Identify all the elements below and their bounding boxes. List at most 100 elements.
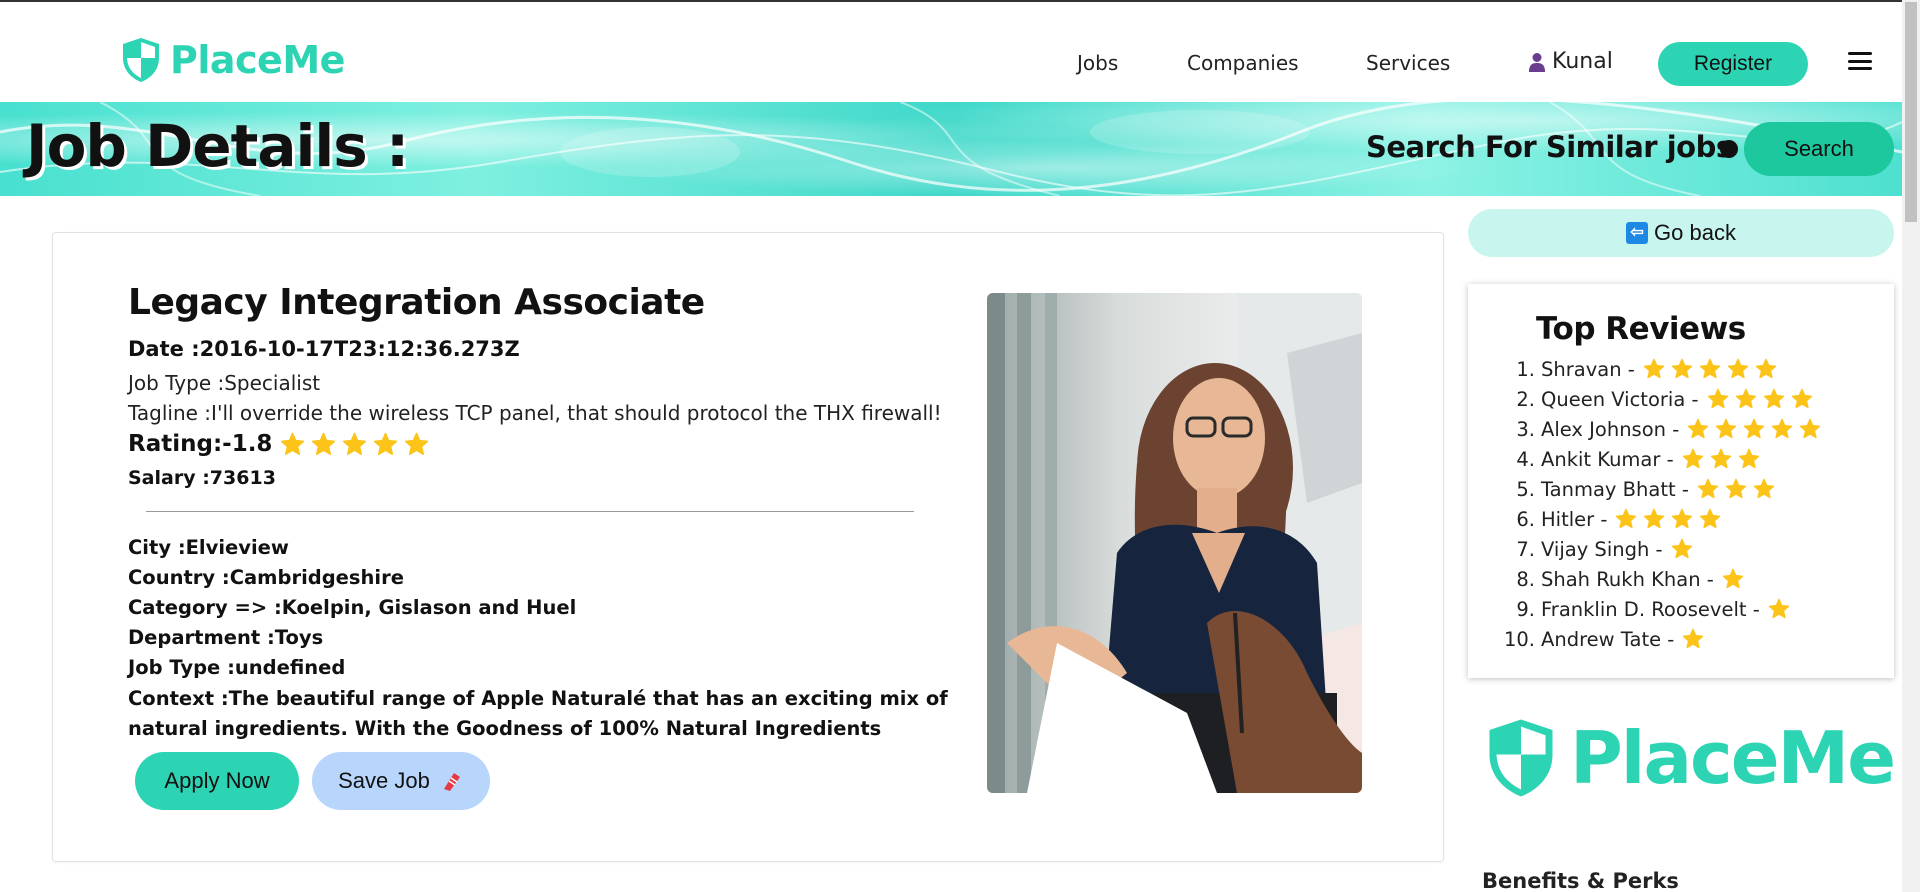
job-tagline: Tagline :I'll override the wireless TCP … (128, 401, 942, 425)
reviewer-name: Vijay Singh - (1541, 537, 1663, 561)
review-number: 5. (1516, 477, 1535, 501)
benefits-heading: Benefits & Perks (1482, 869, 1679, 892)
star-icon (312, 432, 336, 455)
review-number: 6. (1516, 507, 1535, 531)
nav-link-jobs[interactable]: Jobs (1077, 51, 1118, 75)
star-icon (405, 432, 429, 455)
reviewer-name: Franklin D. Roosevelt - (1541, 597, 1760, 621)
brand-name: PlaceMe (170, 38, 345, 82)
save-job-label: Save Job (338, 768, 430, 793)
divider (146, 511, 914, 512)
star-icon (1744, 418, 1765, 439)
job-city: City :Elvieview (128, 536, 289, 559)
star-icon (1716, 418, 1737, 439)
job-title: Legacy Integration Associate (128, 282, 705, 323)
nav-link-services[interactable]: Services (1366, 51, 1450, 75)
star-icon (343, 432, 367, 455)
star-icon (1616, 508, 1637, 529)
reviewer-name: Hitler - (1541, 507, 1608, 531)
star-icon (1800, 418, 1821, 439)
woman-at-desk-photo (987, 293, 1362, 793)
star-icon (1644, 508, 1665, 529)
hero-banner: Job Details : Search For Similar jobs Se… (0, 102, 1902, 196)
rating-label: Rating:-1.8 (128, 431, 273, 457)
reviewer-name: Andrew Tate - (1541, 627, 1675, 651)
job-country: Country :Cambridgeshire (128, 566, 404, 589)
brand-logo[interactable]: PlaceMe (120, 36, 345, 84)
star-icon (1697, 478, 1719, 499)
star-icon (1791, 388, 1812, 409)
review-number: 2. (1516, 387, 1535, 411)
review-number: 7. (1516, 537, 1535, 561)
review-stars (1643, 358, 1777, 380)
dot-icon (1720, 140, 1738, 158)
reviewer-name: Tanmay Bhatt - (1541, 477, 1689, 501)
review-list: 1. Shravan -2. Queen Victoria -3. Alex John… (1500, 354, 1821, 654)
reviewer-name: Shravan - (1541, 357, 1635, 381)
job-department: Department :Toys (128, 626, 324, 649)
job-rating: Rating:-1.8 (128, 431, 429, 457)
review-item: 2. Queen Victoria - (1500, 384, 1821, 414)
top-reviews-title: Top Reviews (1536, 311, 1746, 347)
apply-now-button[interactable]: Apply Now (135, 752, 299, 810)
review-number: 10. (1503, 627, 1535, 651)
star-icon (1643, 358, 1665, 379)
star-icon (281, 432, 305, 455)
star-icon (1753, 478, 1775, 499)
review-number: 4. (1516, 447, 1535, 471)
back-arrow-icon: ⇦ (1626, 222, 1649, 244)
star-icon (1727, 358, 1749, 379)
shield-logo-icon (123, 38, 159, 82)
review-item: 6. Hitler - (1500, 504, 1821, 534)
user-icon (1529, 52, 1545, 72)
review-stars (1671, 538, 1693, 560)
job-date: Date :2016-10-17T23:12:36.273Z (128, 337, 520, 361)
review-number: 3. (1516, 417, 1535, 441)
navbar: PlaceMe (0, 2, 1902, 102)
review-number: 8. (1516, 567, 1535, 591)
scrollbar-thumb[interactable] (1905, 2, 1917, 222)
star-icon (1768, 598, 1789, 619)
job-type: Job Type :Specialist (128, 371, 321, 395)
star-icon (1763, 388, 1784, 409)
reviewer-name: Shah Rukh Khan - (1541, 567, 1714, 591)
review-stars (1682, 448, 1760, 470)
sidebar-logo-name: PlaceMe (1570, 716, 1896, 800)
review-item: 9. Franklin D. Roosevelt - (1500, 594, 1821, 624)
star-icon (1671, 538, 1692, 559)
star-icon (1735, 388, 1756, 409)
star-icon (1738, 448, 1759, 469)
star-icon (1710, 448, 1731, 469)
job-salary: Salary :73613 (128, 467, 276, 489)
review-number: 1. (1516, 357, 1535, 381)
review-item: 10. Andrew Tate - (1500, 624, 1821, 654)
register-button[interactable]: Register (1658, 42, 1808, 86)
user-menu[interactable]: Kunal (1528, 49, 1613, 74)
star-icon (1725, 478, 1747, 499)
review-item: 3. Alex Johnson - (1500, 414, 1821, 444)
rating-stars (280, 432, 429, 457)
search-button[interactable]: Search (1744, 122, 1894, 176)
star-icon (1772, 418, 1793, 439)
star-icon (1722, 568, 1744, 589)
job-context: Context :The beautiful range of Apple Na… (128, 687, 948, 740)
reviewer-name: Ankit Kumar - (1541, 447, 1674, 471)
user-name: Kunal (1552, 49, 1613, 74)
review-stars (1768, 598, 1790, 620)
star-icon (1682, 448, 1703, 469)
go-back-label: Go back (1654, 220, 1736, 245)
review-item: 1. Shravan - (1500, 354, 1821, 384)
review-stars (1722, 568, 1744, 590)
shield-logo-icon (1489, 719, 1553, 797)
review-stars (1687, 418, 1821, 440)
similar-jobs-label: Search For Similar jobs (1366, 130, 1733, 164)
review-item: 4. Ankit Kumar - (1500, 444, 1821, 474)
review-stars (1707, 388, 1813, 410)
go-back-button[interactable]: ⇦ Go back (1468, 209, 1894, 257)
review-item: 5. Tanmay Bhatt - (1500, 474, 1821, 504)
hamburger-menu-icon[interactable] (1848, 52, 1872, 70)
review-stars (1615, 508, 1721, 530)
nav-link-companies[interactable]: Companies (1187, 51, 1299, 75)
reviewer-name: Queen Victoria - (1541, 387, 1699, 411)
save-job-button[interactable]: Save Job (312, 752, 490, 810)
